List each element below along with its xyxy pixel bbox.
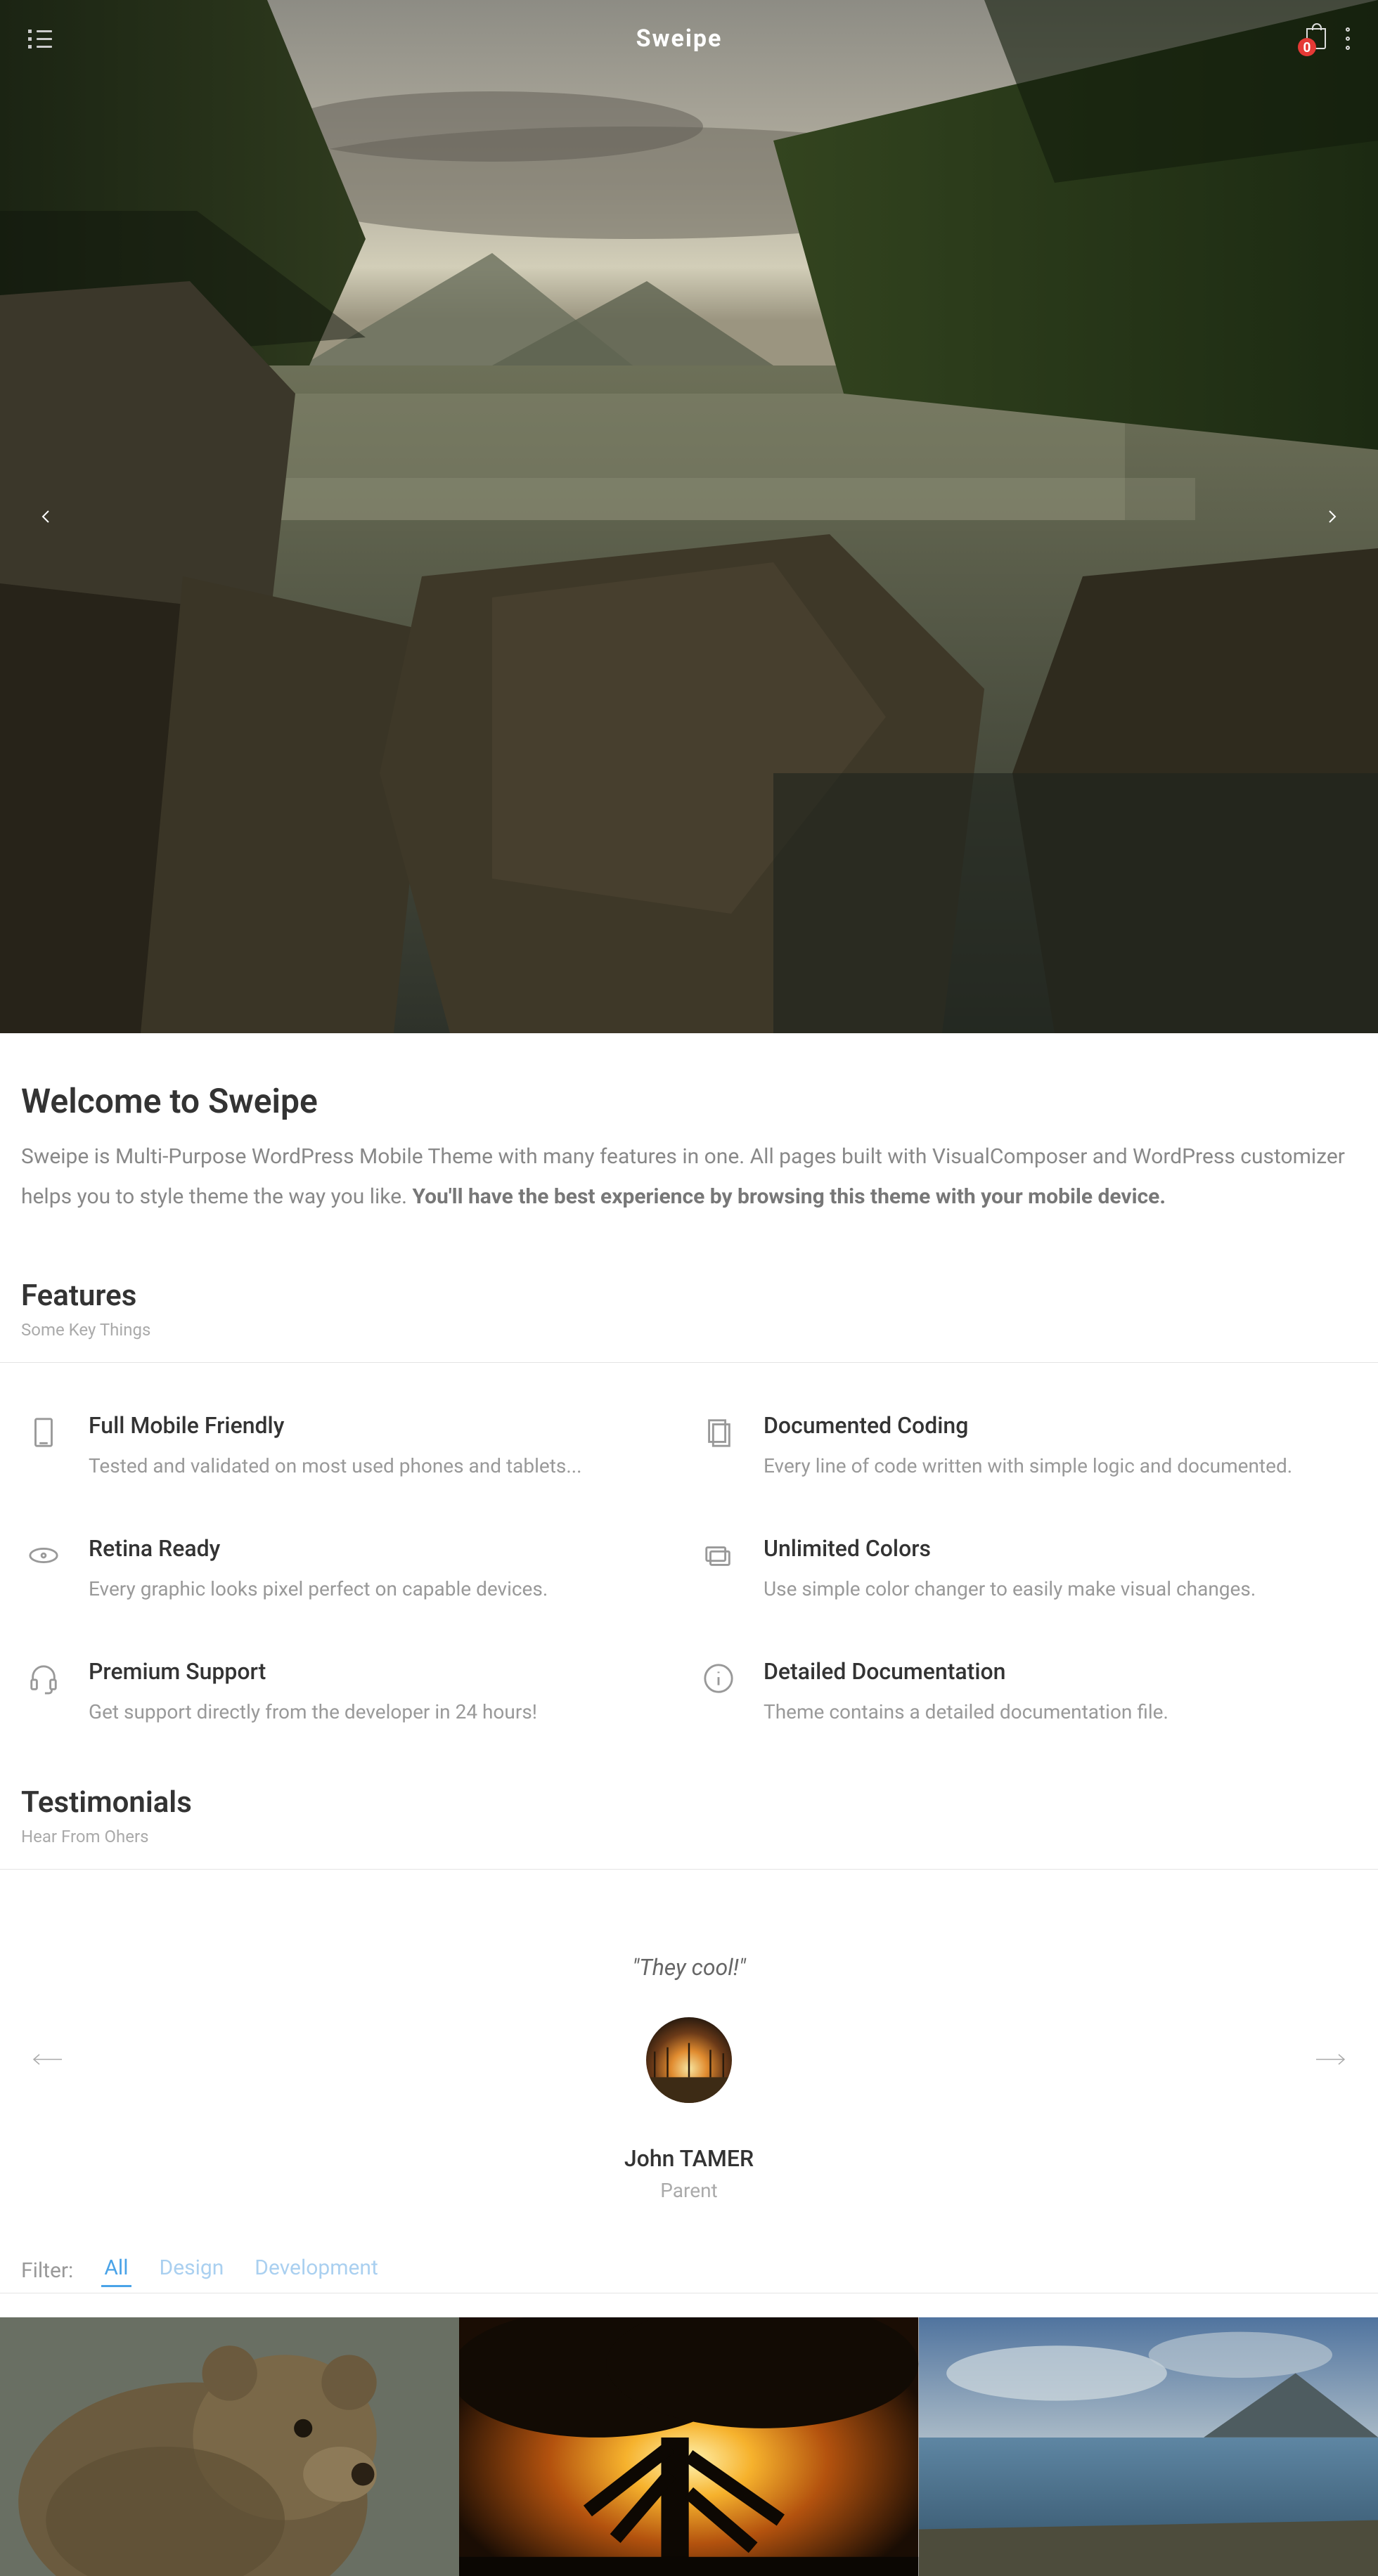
filter-label: Filter: (21, 2258, 73, 2283)
feature-desc: Every graphic looks pixel perfect on cap… (89, 1577, 548, 1600)
hero-prev-button[interactable] (32, 503, 60, 531)
docs-icon (696, 1412, 741, 1477)
testimonial-role: Parent (21, 2179, 1357, 2202)
feature-item: Premium Support Get support directly fro… (21, 1658, 682, 1723)
content: Welcome to Sweipe Sweipe is Multi-Purpos… (0, 1033, 1378, 1340)
portfolio-item-bear[interactable] (0, 2317, 459, 2576)
portfolio-gallery (0, 2317, 1378, 2576)
header-left (28, 30, 52, 48)
testimonial-next-button[interactable] (1315, 2042, 1346, 2073)
eye-icon (21, 1535, 66, 1600)
feature-item: Unlimited Colors Use simple color change… (696, 1535, 1357, 1600)
cart-icon[interactable]: 0 (1306, 28, 1326, 49)
info-icon (696, 1658, 741, 1723)
testimonial-quote: "They cool!" (21, 1954, 1357, 1981)
feature-desc: Every line of code written with simple l… (764, 1454, 1292, 1477)
cart-badge: 0 (1298, 38, 1316, 56)
feature-title: Full Mobile Friendly (89, 1412, 582, 1439)
feature-item: Documented Coding Every line of code wri… (696, 1412, 1357, 1477)
testimonial-prev-button[interactable] (32, 2042, 63, 2073)
feature-item: Detailed Documentation Theme contains a … (696, 1658, 1357, 1723)
testimonials-subtitle: Hear From Ohers (21, 1827, 1357, 1846)
menu-icon[interactable] (28, 30, 52, 48)
filter-design[interactable]: Design (160, 2255, 224, 2286)
feature-title: Detailed Documentation (764, 1658, 1168, 1685)
portfolio-item-coast[interactable] (919, 2317, 1378, 2576)
welcome-text: Sweipe is Multi-Purpose WordPress Mobile… (21, 1137, 1357, 1217)
feature-title: Documented Coding (764, 1412, 1292, 1439)
headset-icon (21, 1658, 66, 1723)
feature-desc: Theme contains a detailed documentation … (764, 1700, 1168, 1723)
feature-desc: Use simple color changer to easily make … (764, 1577, 1256, 1600)
header-right: 0 (1306, 27, 1350, 50)
feature-desc: Tested and validated on most used phones… (89, 1454, 582, 1477)
features-title: Features (21, 1279, 1357, 1313)
logo[interactable]: Sweipe (636, 25, 723, 53)
filter-all[interactable]: All (104, 2255, 128, 2286)
features-grid: Full Mobile Friendly Tested and validate… (21, 1412, 1357, 1723)
features-subtitle: Some Key Things (21, 1320, 1357, 1340)
phone-icon (21, 1412, 66, 1477)
testimonial-name: John TAMER (21, 2145, 1357, 2172)
divider (0, 1362, 1378, 1363)
feature-title: Premium Support (89, 1658, 537, 1685)
palette-icon (696, 1535, 741, 1600)
avatar (646, 2017, 732, 2103)
hero-next-button[interactable] (1318, 503, 1346, 531)
testimonial: "They cool!" John TAMER Parent (0, 1870, 1378, 2244)
feature-desc: Get support directly from the developer … (89, 1700, 537, 1723)
more-icon[interactable] (1346, 27, 1350, 50)
feature-title: Retina Ready (89, 1535, 548, 1562)
feature-title: Unlimited Colors (764, 1535, 1256, 1562)
hero-background-image (0, 0, 1378, 1033)
hero: Sweipe 0 (0, 0, 1378, 1033)
welcome-title: Welcome to Sweipe (21, 1081, 1357, 1121)
portfolio-filter: Filter: All Design Development (0, 2244, 1378, 2293)
testimonials-title: Testimonials (21, 1785, 1357, 1820)
header: Sweipe 0 (0, 0, 1378, 77)
portfolio-item-sunset[interactable] (459, 2317, 918, 2576)
feature-item: Full Mobile Friendly Tested and validate… (21, 1412, 682, 1477)
features-grid-wrap: Full Mobile Friendly Tested and validate… (0, 1412, 1378, 1846)
feature-item: Retina Ready Every graphic looks pixel p… (21, 1535, 682, 1600)
filter-development[interactable]: Development (255, 2255, 378, 2286)
